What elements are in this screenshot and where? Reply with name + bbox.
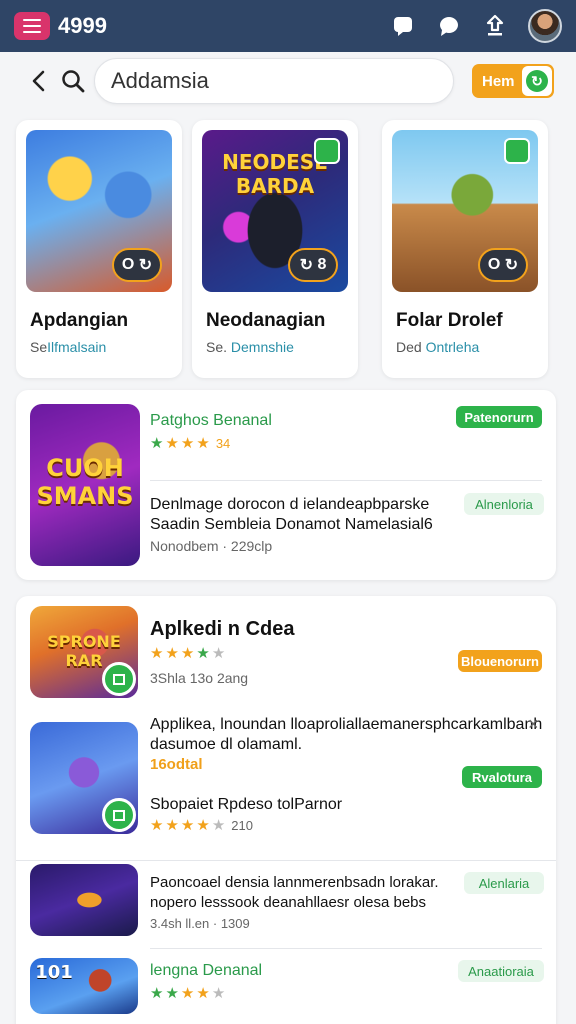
- game-thumbnail: O ↻: [392, 130, 538, 292]
- app-title[interactable]: lengna Denanal: [150, 962, 262, 980]
- meta-text: 3.4sh ll.en · 1309: [150, 916, 250, 931]
- close-icon[interactable]: ×: [528, 714, 539, 735]
- toggle-label: Hem: [482, 72, 515, 90]
- meta-text: Nonodbem · 229clp: [150, 538, 273, 554]
- download-icon: [102, 662, 136, 696]
- menu-icon[interactable]: [14, 12, 50, 40]
- card-subtitle: Se. Demnshie: [206, 339, 294, 355]
- star-rating: ★ ★ ★ ★ ★: [150, 985, 226, 1002]
- featured-card-3[interactable]: O ↻ Folar Drolef Ded Ontrleha: [382, 120, 548, 378]
- game-thumbnail[interactable]: [30, 722, 138, 834]
- game-thumbnail[interactable]: [30, 864, 138, 936]
- status-badge[interactable]: Patenorurn: [456, 406, 542, 428]
- sub-accent: Ilfmalsain: [47, 339, 107, 355]
- highlight-text: 16odtal: [150, 756, 203, 773]
- back-arrow-icon[interactable]: [28, 68, 50, 94]
- featured-card-1[interactable]: O ↻ Apdangian SeIlfmalsain: [16, 120, 182, 378]
- controller-badge: ↻ 8: [288, 248, 338, 282]
- app-list-panel: SPRONE RAR Aplkedi n Cdea ★ ★ ★ ★ ★ 3Shla 13…: [16, 596, 556, 1024]
- featured-card-2[interactable]: NEODESE BARDA ↻ 8 Neodanagian Se. Demnsh…: [192, 120, 358, 378]
- chat-icon[interactable]: [390, 13, 416, 39]
- refresh-icon: ↻: [526, 70, 548, 92]
- description: Applikea, lnoundan lloaproliallaemanersp…: [150, 716, 543, 733]
- search-icon[interactable]: [60, 68, 86, 94]
- home-toggle[interactable]: Hem ↻: [472, 64, 554, 98]
- toggle-knob: ↻: [522, 66, 552, 96]
- card-title: Neodanagian: [206, 310, 326, 331]
- sub-accent: Demnshie: [230, 339, 294, 355]
- status-badge[interactable]: Rvalotura: [462, 766, 542, 788]
- app-list-panel: CUOH SMANS Patghos Benanal ★ ★ ★ ★ 34 Pateno…: [16, 390, 556, 580]
- status-badge[interactable]: Blouenorurn: [458, 650, 542, 672]
- star-rating: ★ ★ ★ ★ ★: [150, 645, 226, 662]
- sub-prefix: Se: [30, 339, 48, 355]
- app-title[interactable]: Patghos Benanal: [150, 412, 272, 430]
- app-title: 4999: [58, 13, 107, 38]
- divider: [150, 480, 542, 481]
- app-title[interactable]: Aplkedi n Cdea: [150, 618, 294, 641]
- sub-accent: Ontrleha: [425, 339, 480, 355]
- divider: [150, 948, 542, 949]
- card-subtitle: Ded Ontrleha: [396, 339, 479, 355]
- top-app-bar: 4999: [0, 0, 576, 52]
- search-input[interactable]: [94, 58, 454, 104]
- card-subtitle: SeIlfmalsain: [30, 339, 106, 355]
- star-rating: ★ ★ ★ ★ ★ 210: [150, 817, 253, 834]
- category-tag[interactable]: Alnenloria: [464, 493, 544, 515]
- speech-bubble-icon[interactable]: [436, 13, 462, 39]
- controller-badge: O ↻: [112, 248, 162, 282]
- controller-badge: O ↻: [478, 248, 528, 282]
- category-tag[interactable]: Anaatioraia: [458, 960, 544, 982]
- category-tag[interactable]: Alenlaria: [464, 872, 544, 894]
- game-thumbnail[interactable]: SPRONE RAR: [30, 606, 138, 698]
- description: Denlmage dorocon d ielandeapbparske: [150, 496, 430, 513]
- share-icon[interactable]: [482, 13, 508, 39]
- description: dasumoe dl olamaml.: [150, 736, 303, 753]
- description: Paoncoael densia lannmerenbsadn lorakar.: [150, 874, 439, 891]
- meta-text: 3Shla 13o 2ang: [150, 670, 249, 686]
- download-icon: [102, 798, 136, 832]
- game-thumbnail: O ↻: [26, 130, 172, 292]
- sub-prefix: Ded: [396, 339, 422, 355]
- game-thumbnail: NEODESE BARDA ↻ 8: [202, 130, 348, 292]
- card-title: Apdangian: [30, 310, 129, 331]
- thumb-title: 101: [35, 962, 73, 983]
- card-title: Folar Drolef: [396, 310, 503, 331]
- description: nopero lesssook deanahllaesr olesa bebs: [150, 894, 427, 911]
- description: Saadin Sembleia Donamot Namelasial6: [150, 516, 433, 533]
- sub-prefix: Se.: [206, 339, 228, 355]
- bookmark-icon[interactable]: [504, 138, 530, 164]
- star-rating: ★ ★ ★ ★ 34: [150, 435, 231, 452]
- game-thumbnail[interactable]: CUOH SMANS: [30, 404, 140, 566]
- app-title[interactable]: Sbopaiet Rpdeso tolParnor: [150, 796, 342, 814]
- search-bar-row: Hem ↻: [0, 52, 576, 112]
- game-thumbnail[interactable]: 101: [30, 958, 138, 1014]
- divider: [16, 860, 556, 861]
- thumb-title: CUOH SMANS: [36, 454, 134, 510]
- avatar[interactable]: [528, 9, 562, 43]
- bookmark-icon[interactable]: [314, 138, 340, 164]
